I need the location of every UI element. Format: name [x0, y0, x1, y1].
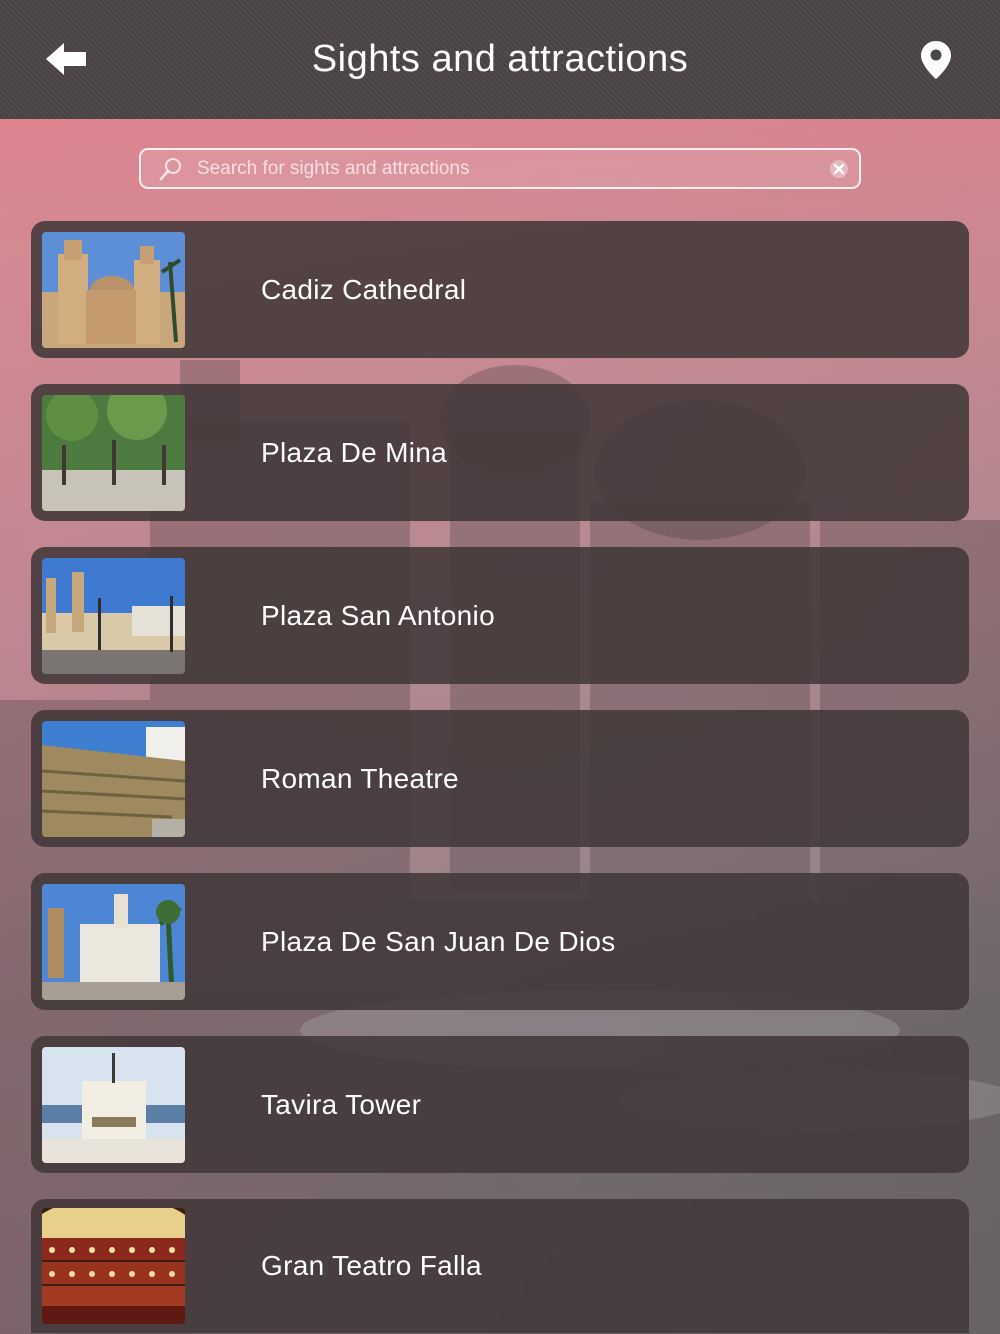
item-title: Plaza San Antonio [261, 599, 495, 631]
item-title: Tavira Tower [261, 1088, 422, 1120]
thumbnail-image [42, 394, 185, 511]
map-button[interactable] [918, 38, 954, 82]
list-item-plaza-de-san-juan-de-dios[interactable]: Plaza De San Juan De Dios [31, 873, 969, 1010]
item-title: Plaza De Mina [261, 436, 447, 468]
thumbnail-image [42, 231, 185, 348]
map-pin-icon [921, 41, 951, 79]
list-item-roman-theatre[interactable]: Roman Theatre [31, 710, 969, 847]
search-icon [151, 157, 191, 181]
item-title: Cadiz Cathedral [261, 273, 467, 305]
back-arrow-icon [46, 43, 86, 75]
list-item-cadiz-cathedral[interactable]: Cadiz Cathedral [31, 221, 969, 358]
thumbnail-image [42, 720, 185, 837]
list-item-tavira-tower[interactable]: Tavira Tower [31, 1036, 969, 1173]
back-button[interactable] [40, 36, 92, 82]
list-item-plaza-de-mina[interactable]: Plaza De Mina [31, 384, 969, 521]
thumbnail-image [42, 883, 185, 1000]
list-item-plaza-san-antonio[interactable]: Plaza San Antonio [31, 547, 969, 684]
item-title: Roman Theatre [261, 762, 459, 794]
top-bar: Sights and attractions [0, 0, 1000, 119]
item-title: Plaza De San Juan De Dios [261, 925, 616, 957]
clear-search-button[interactable] [819, 150, 859, 187]
list-item-gran-teatro-falla[interactable]: Gran Teatro Falla [31, 1199, 969, 1333]
item-title: Gran Teatro Falla [261, 1250, 482, 1281]
thumbnail-image [42, 557, 185, 674]
search-input[interactable] [191, 150, 819, 187]
thumbnail-image [42, 1208, 185, 1324]
thumbnail-image [42, 1046, 185, 1163]
search-bar [139, 148, 861, 189]
page-title: Sights and attractions [311, 38, 689, 80]
close-icon [830, 159, 848, 178]
